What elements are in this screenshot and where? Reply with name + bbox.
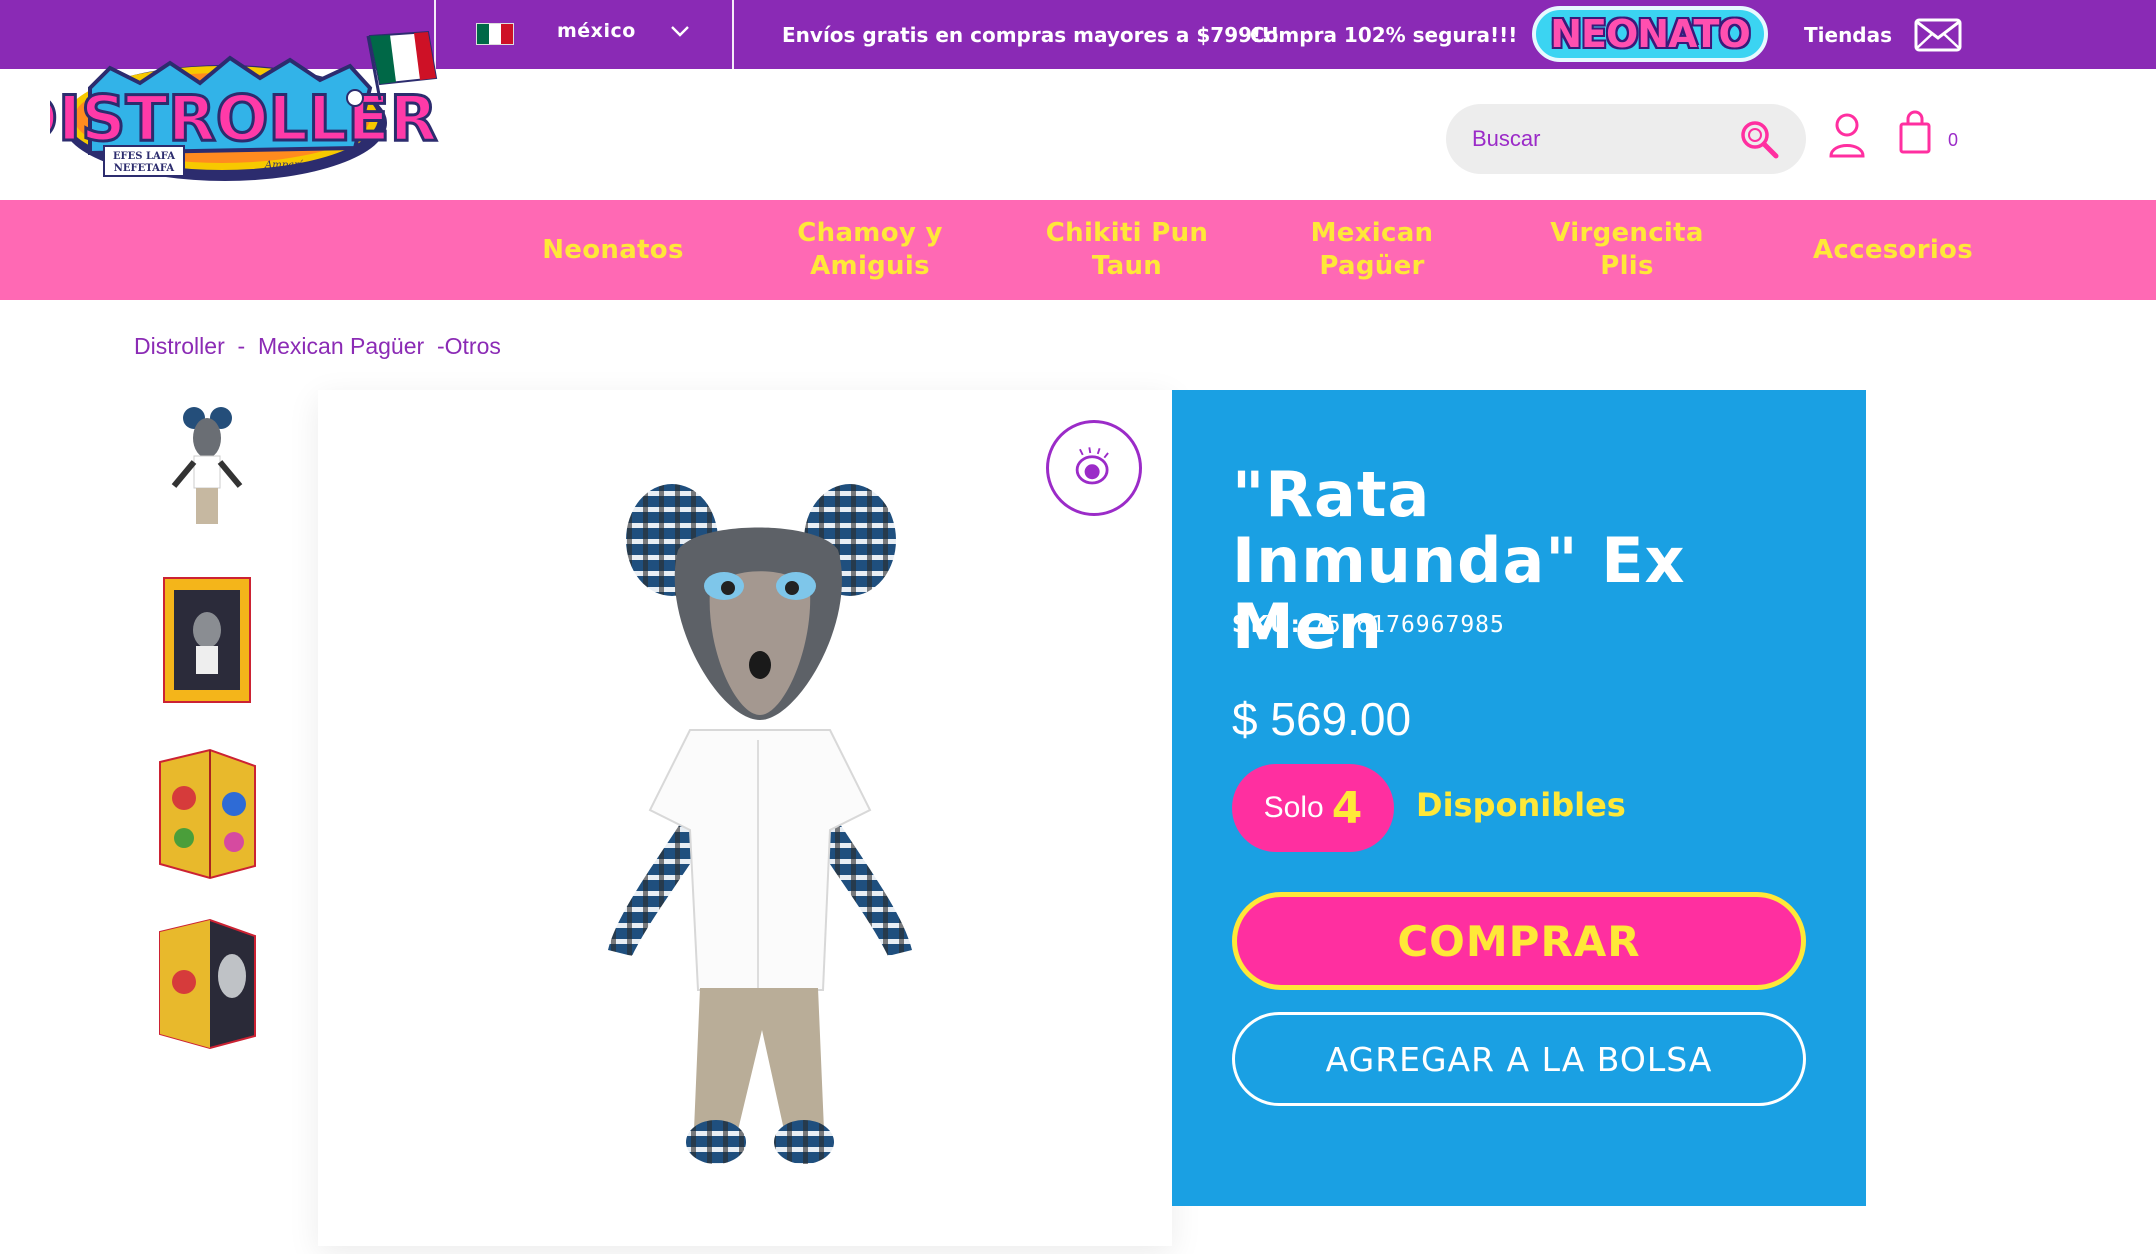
product-main-image[interactable]: [318, 390, 1172, 1246]
main-nav: Neonatos Chamoy y Amiguis Chikiti Pun Ta…: [0, 200, 2156, 300]
rat-plush-image: [608, 484, 912, 1164]
eye-icon[interactable]: [1046, 420, 1142, 516]
product-sku: SKU: 7506176967985: [1232, 612, 1505, 638]
nav-item-mexican[interactable]: Mexican Pagüer: [1286, 200, 1458, 300]
nav-item-chikiti[interactable]: Chikiti Pun Taun: [1040, 200, 1214, 300]
search-input[interactable]: [1472, 124, 1722, 154]
stock-prefix: Solo: [1263, 791, 1324, 824]
mail-icon[interactable]: [1914, 18, 1962, 52]
buy-button[interactable]: COMPRAR: [1232, 892, 1806, 990]
stock-suffix: Disponibles: [1416, 786, 1626, 824]
chevron-down-icon[interactable]: [668, 19, 692, 43]
nav-item-neonatos[interactable]: Neonatos: [520, 200, 706, 300]
top-bar-divider: [732, 0, 734, 69]
neonato-logo-text: NEONATO: [1550, 12, 1751, 56]
cart-count: 0: [1948, 130, 1959, 150]
country-label[interactable]: méxico: [557, 20, 636, 42]
breadcrumb: Distroller - Mexican Pagüer -Otros: [134, 333, 501, 360]
product-thumbnail[interactable]: [150, 912, 265, 1052]
breadcrumb-separator: -: [237, 333, 246, 359]
product-price: $ 569.00: [1232, 693, 1412, 745]
logo-sub2: NEFETAFA: [114, 163, 175, 174]
mexico-flag-icon: [476, 23, 514, 45]
sku-value: 7506176967985: [1311, 612, 1505, 638]
stock-count: 4: [1331, 782, 1363, 834]
nav-item-chamoy[interactable]: Chamoy y Amiguis: [770, 200, 970, 300]
product-thumbnail[interactable]: [150, 570, 265, 710]
breadcrumb-item-current[interactable]: Otros: [445, 333, 501, 359]
product-thumbnail[interactable]: [150, 742, 265, 882]
distroller-logo[interactable]: DISTROLLER EFES LAFA NEFETAFA Amparín: [50, 28, 440, 188]
shopping-bag-icon[interactable]: [1898, 110, 1932, 154]
stock-badge: Solo 4: [1232, 764, 1394, 852]
free-shipping-promo: Envíos gratis en compras mayores a $799!…: [782, 23, 1280, 47]
breadcrumb-item[interactable]: Mexican Pagüer: [258, 333, 424, 359]
breadcrumb-separator: -: [436, 333, 445, 359]
add-to-bag-button[interactable]: AGREGAR A LA BOLSA: [1232, 1012, 1806, 1106]
user-icon[interactable]: [1828, 112, 1866, 158]
neonato-logo-link[interactable]: NEONATO: [1532, 6, 1768, 62]
secure-purchase-promo: Compra 102% segura!!!: [1250, 23, 1518, 47]
nav-item-accesorios[interactable]: Accesorios: [1800, 200, 1986, 300]
logo-sub1: EFES LAFA: [113, 151, 175, 162]
nav-item-virgencita[interactable]: Virgencita Plis: [1534, 200, 1720, 300]
breadcrumb-item[interactable]: Distroller: [134, 333, 225, 359]
sku-label: SKU:: [1232, 612, 1302, 638]
logo-sub3: Amparín: [264, 160, 309, 171]
product-thumbnail[interactable]: [150, 400, 265, 540]
search-bar: [1446, 104, 1806, 174]
stores-link[interactable]: Tiendas: [1804, 23, 1892, 47]
country-selector[interactable]: [476, 20, 514, 48]
search-icon[interactable]: [1738, 118, 1780, 160]
